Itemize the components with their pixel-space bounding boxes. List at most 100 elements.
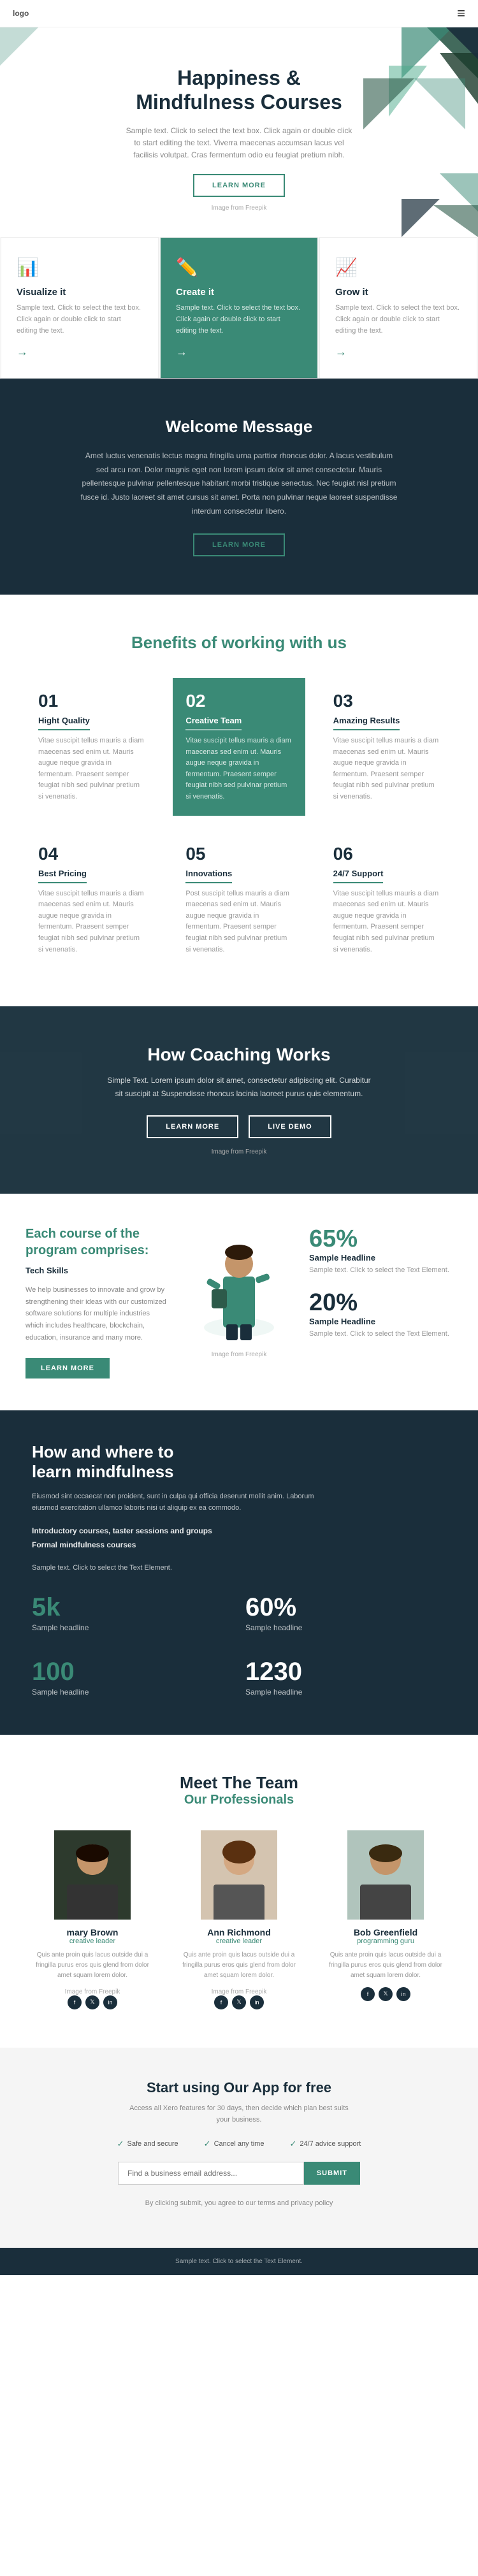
card-grow-arrow[interactable]: → — [335, 345, 461, 359]
email-input[interactable] — [118, 2162, 304, 2185]
member-role-3: programming guru — [322, 1937, 449, 1945]
hero-triangles-left — [0, 27, 38, 66]
coaching-buttons: LEARN MORE LIVE DEMO — [25, 1115, 453, 1138]
create-icon: ✏️ — [176, 257, 302, 278]
social-tw-1[interactable]: 𝕏 — [85, 1995, 99, 2009]
app-feature-1: ✓ Safe and secure — [117, 2139, 178, 2149]
program-cta-button[interactable]: LEARN MORE — [25, 1358, 110, 1378]
submit-button[interactable]: SUBMIT — [304, 2162, 360, 2185]
benefit-item-4: 04 Best Pricing Vitae suscipit tellus ma… — [25, 831, 157, 969]
stat-pct-1: 65% — [309, 1226, 453, 1253]
mindfulness-title: How and where to learn mindfulness — [32, 1442, 446, 1482]
coaching-image-credit: Image from Freepik — [25, 1148, 453, 1155]
mind-stat-3: 100 Sample headline — [32, 1658, 233, 1697]
benefits-title: Benefits of working with us — [25, 633, 453, 653]
mind-stat-label-2: Sample headline — [245, 1623, 446, 1632]
welcome-cta-button[interactable]: LEARN MORE — [193, 533, 285, 556]
benefit-num-4: 04 — [38, 844, 145, 864]
social-in-1[interactable]: in — [103, 1995, 117, 2009]
mindfulness-body: Eiusmod sint occaecat non proident, sunt… — [32, 1491, 325, 1514]
card-grow-title: Grow it — [335, 287, 461, 298]
benefit-num-3: 03 — [333, 691, 440, 711]
coaching-learn-button[interactable]: LEARN MORE — [147, 1115, 238, 1138]
member-2-credit: Image from Freepik — [175, 1988, 303, 1995]
program-illustration — [198, 1226, 280, 1340]
social-fb-2[interactable]: f — [214, 1995, 228, 2009]
program-figure-area: Image from Freepik — [188, 1226, 290, 1358]
check-icon-1: ✓ — [117, 2139, 124, 2149]
coaching-inner: How Coaching Works Simple Text. Lorem ip… — [25, 1045, 453, 1155]
mind-stat-num-3: 100 — [32, 1658, 233, 1686]
check-icon-2: ✓ — [204, 2139, 211, 2149]
member-role-2: creative leader — [175, 1937, 303, 1945]
member-text-2: Quis ante proin quis lacus outside dui a… — [175, 1950, 303, 1981]
hero-title: Happiness & Mindfulness Courses — [51, 66, 427, 115]
menu-icon[interactable]: ≡ — [457, 5, 465, 22]
coaching-title: How Coaching Works — [25, 1045, 453, 1065]
program-subtitle: Tech Skills — [25, 1264, 169, 1278]
mind-stat-label-3: Sample headline — [32, 1688, 233, 1697]
benefits-grid: 01 Hight Quality Vitae suscipit tellus m… — [25, 678, 453, 968]
team-member-3: Bob Greenfield programming guru Quis ant… — [322, 1830, 449, 2009]
mind-stat-label-4: Sample headline — [245, 1688, 446, 1697]
social-in-2[interactable]: in — [250, 1995, 264, 2009]
mindfulness-section: How and where to learn mindfulness Eiusm… — [0, 1410, 478, 1735]
footer: Sample text. Click to select the Text El… — [0, 2248, 478, 2275]
benefits-section: Benefits of working with us 01 Hight Qua… — [0, 595, 478, 1006]
benefit-text-5: Post suscipit tellus mauris a diam maece… — [185, 888, 292, 956]
team-member-2: Ann Richmond creative leader Quis ante p… — [175, 1830, 303, 2009]
mind-stat-label-1: Sample headline — [32, 1623, 233, 1632]
benefit-item-3: 03 Amazing Results Vitae suscipit tellus… — [321, 678, 453, 816]
benefit-num-2: 02 — [185, 691, 292, 711]
hero-cta-button[interactable]: LEARN MORE — [193, 174, 285, 197]
card-create-arrow[interactable]: → — [176, 345, 302, 359]
benefit-num-6: 06 — [333, 844, 440, 864]
member-3-socials: f 𝕏 in — [322, 1987, 449, 2001]
card-create: ✏️ Create it Sample text. Click to selec… — [160, 237, 318, 379]
app-cta-title: Start using Our App for free — [25, 2080, 453, 2096]
stat-block-1: 65% Sample Headline Sample text. Click t… — [309, 1226, 453, 1277]
program-body: We help businesses to innovate and grow … — [25, 1284, 169, 1343]
benefit-title-2: Creative Team — [185, 716, 242, 730]
benefit-text-2: Vitae suscipit tellus mauris a diam maec… — [185, 735, 292, 803]
benefit-item-6: 06 24/7 Support Vitae suscipit tellus ma… — [321, 831, 453, 969]
card-create-text: Sample text. Click to select the text bo… — [176, 303, 302, 336]
coaching-section: How Coaching Works Simple Text. Lorem ip… — [0, 1006, 478, 1194]
mind-stat-2: 60% Sample headline — [245, 1593, 446, 1632]
app-feature-2: ✓ Cancel any time — [204, 2139, 264, 2149]
app-feature-label-2: Cancel any time — [214, 2140, 264, 2148]
card-visualize-arrow[interactable]: → — [17, 345, 143, 359]
card-visualize: 📊 Visualize it Sample text. Click to sel… — [1, 237, 159, 379]
benefit-title-3: Amazing Results — [333, 716, 400, 730]
benefit-num-1: 01 — [38, 691, 145, 711]
welcome-section: Welcome Message Amet luctus venenatis le… — [0, 379, 478, 595]
stat-text-1: Sample text. Click to select the Text El… — [309, 1265, 453, 1277]
social-tw-3[interactable]: 𝕏 — [379, 1987, 393, 2001]
welcome-title: Welcome Message — [51, 417, 427, 437]
member-text-3: Quis ante proin quis lacus outside dui a… — [322, 1950, 449, 1981]
benefit-title-4: Best Pricing — [38, 869, 87, 883]
avatar-ann — [201, 1830, 277, 1920]
visualize-icon: 📊 — [17, 257, 143, 278]
card-create-title: Create it — [176, 287, 302, 298]
benefit-text-6: Vitae suscipit tellus mauris a diam maec… — [333, 888, 440, 956]
benefit-text-3: Vitae suscipit tellus mauris a diam maec… — [333, 735, 440, 803]
app-features-list: ✓ Safe and secure ✓ Cancel any time ✓ 24… — [25, 2139, 453, 2149]
hero-triangles-bottom — [402, 173, 478, 237]
social-in-3[interactable]: in — [396, 1987, 410, 2001]
member-name-2: Ann Richmond — [175, 1927, 303, 1937]
card-visualize-title: Visualize it — [17, 287, 143, 298]
member-1-socials: f 𝕏 in — [29, 1995, 156, 2009]
coaching-demo-button[interactable]: LIVE DEMO — [249, 1115, 331, 1138]
mindfulness-sample: Sample text. Click to select the Text El… — [32, 1562, 325, 1574]
avatar-bob — [347, 1830, 424, 1920]
avatar-mary — [54, 1830, 131, 1920]
stat-pct-2: 20% — [309, 1289, 453, 1317]
three-cards-section: 📊 Visualize it Sample text. Click to sel… — [0, 237, 478, 379]
social-tw-2[interactable]: 𝕏 — [232, 1995, 246, 2009]
card-grow-text: Sample text. Click to select the text bo… — [335, 303, 461, 336]
mind-stat-num-2: 60% — [245, 1593, 446, 1622]
social-fb-3[interactable]: f — [361, 1987, 375, 2001]
program-image-credit: Image from Freepik — [188, 1351, 290, 1358]
social-fb-1[interactable]: f — [68, 1995, 82, 2009]
